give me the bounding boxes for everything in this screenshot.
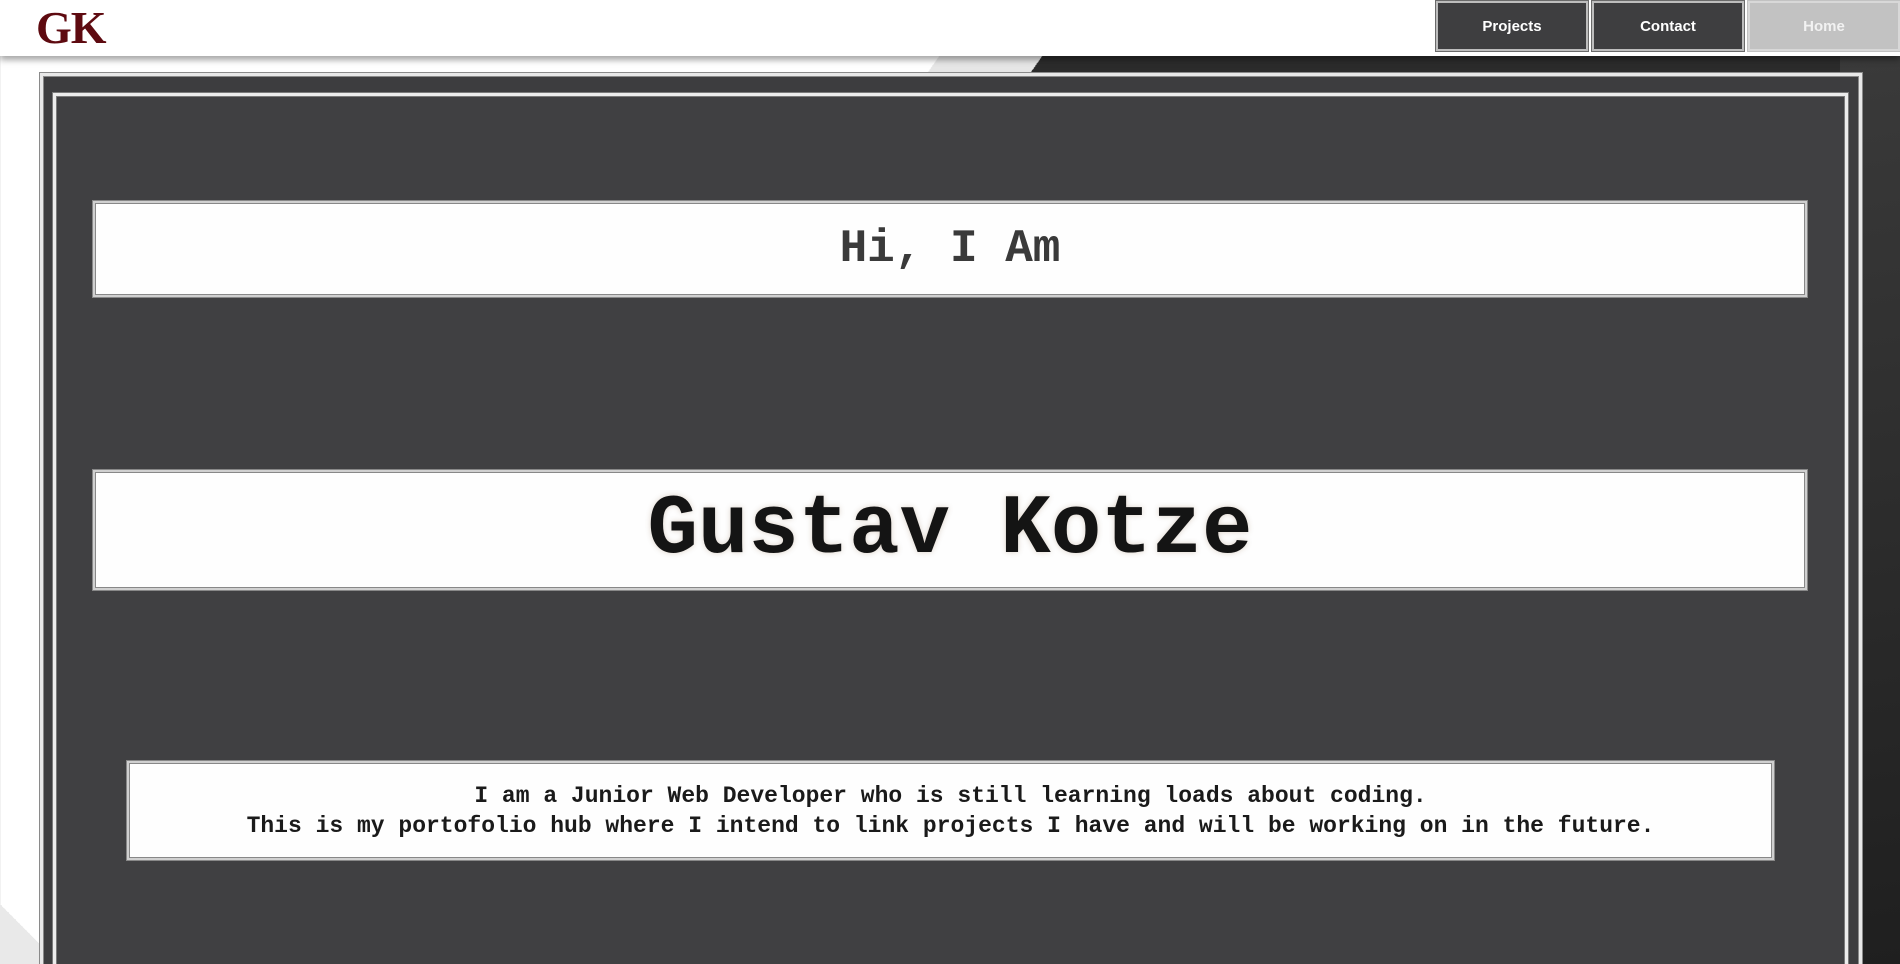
intro-text-box: I am a Junior Web Developer who is still… [127,761,1774,860]
nav-home-button[interactable]: Home [1747,0,1900,52]
greeting-heading: Hi, I Am [93,201,1807,297]
site-logo[interactable]: GK [36,2,107,54]
intro-line-1: I am a Junior Web Developer who is still… [474,782,1427,809]
site-header: GK Projects Contact Home [0,0,1900,56]
main-nav: Projects Contact Home [1434,0,1900,56]
nav-contact-button[interactable]: Contact [1591,0,1745,52]
name-heading: Gustav Kotze [93,470,1807,590]
intro-line-2: This is my portofolio hub where I intend… [246,812,1655,839]
nav-projects-button[interactable]: Projects [1435,0,1589,52]
